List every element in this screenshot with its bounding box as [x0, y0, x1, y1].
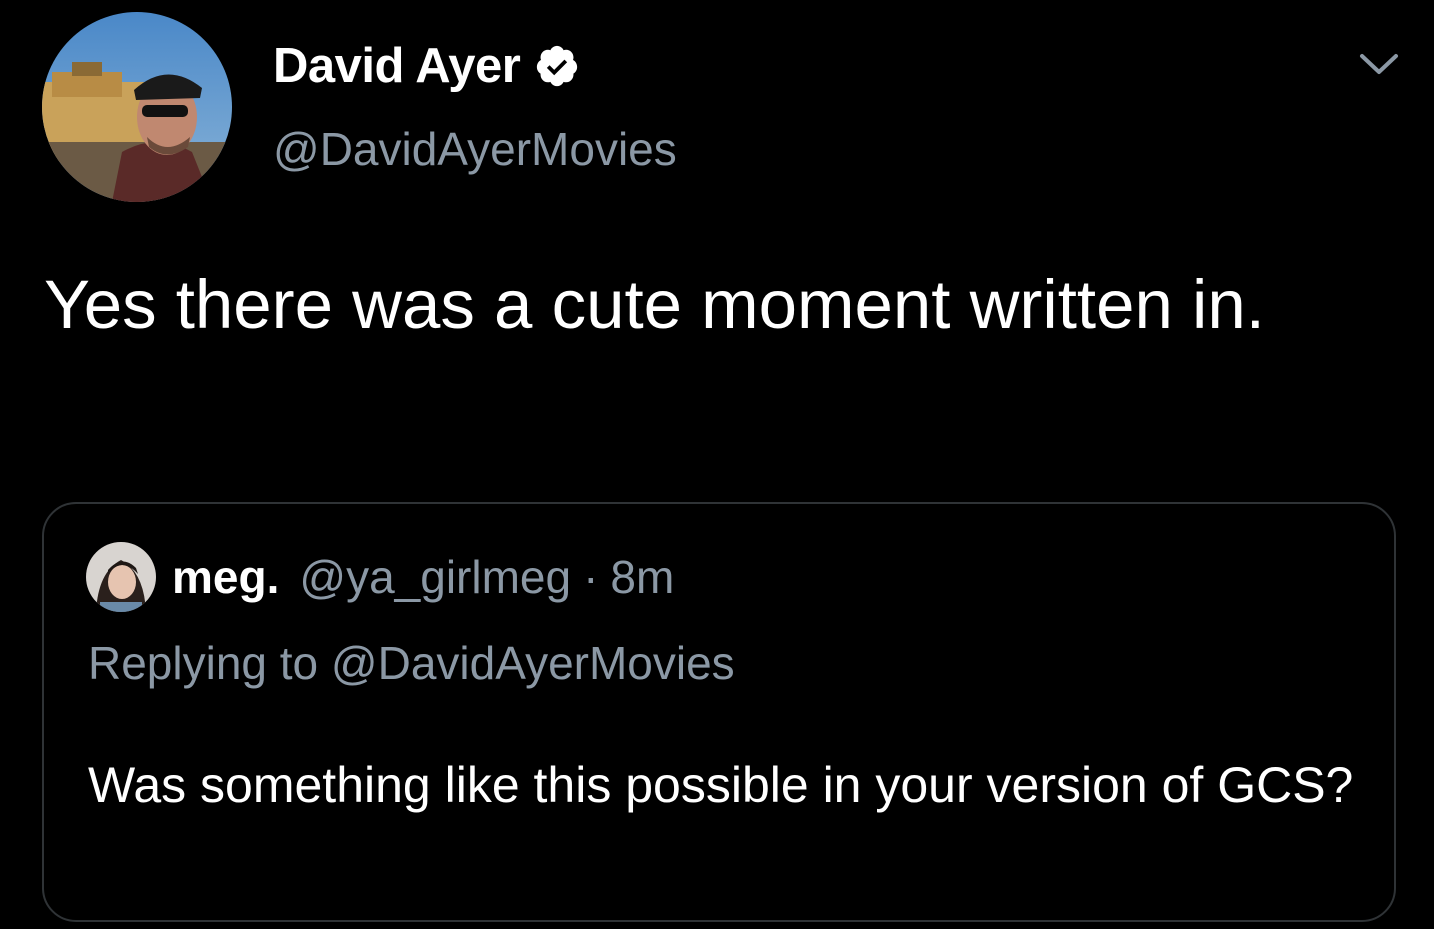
- quoted-tweet-card[interactable]: meg. @ya_girlmeg · 8m Replying to @David…: [42, 502, 1396, 922]
- tweet: David Ayer @DavidAyerMovies Yes there wa…: [0, 0, 1434, 929]
- author-name-row[interactable]: David Ayer: [273, 34, 580, 98]
- quoted-tweet-text: Was something like this possible in your…: [88, 757, 1354, 813]
- replying-to-label: Replying to @DavidAyerMovies: [88, 637, 735, 689]
- quoted-avatar-photo: [86, 542, 156, 612]
- avatar-photo: [42, 12, 232, 202]
- author-handle[interactable]: @DavidAyerMovies: [273, 122, 677, 176]
- verified-badge-icon: [534, 43, 580, 89]
- tweet-text: Yes there was a cute moment written in.: [44, 266, 1265, 343]
- author-avatar[interactable]: [42, 12, 232, 202]
- quoted-timestamp[interactable]: 8m: [610, 550, 674, 604]
- quoted-author-name[interactable]: meg.: [172, 550, 279, 604]
- separator-dot: ·: [583, 551, 599, 603]
- author-display-name[interactable]: David Ayer: [273, 38, 521, 94]
- quoted-author-handle[interactable]: @ya_girlmeg: [299, 550, 571, 604]
- quoted-tweet-header: meg. @ya_girlmeg · 8m: [86, 540, 674, 614]
- chevron-down-icon[interactable]: [1358, 48, 1400, 80]
- quoted-author-avatar[interactable]: [86, 542, 156, 612]
